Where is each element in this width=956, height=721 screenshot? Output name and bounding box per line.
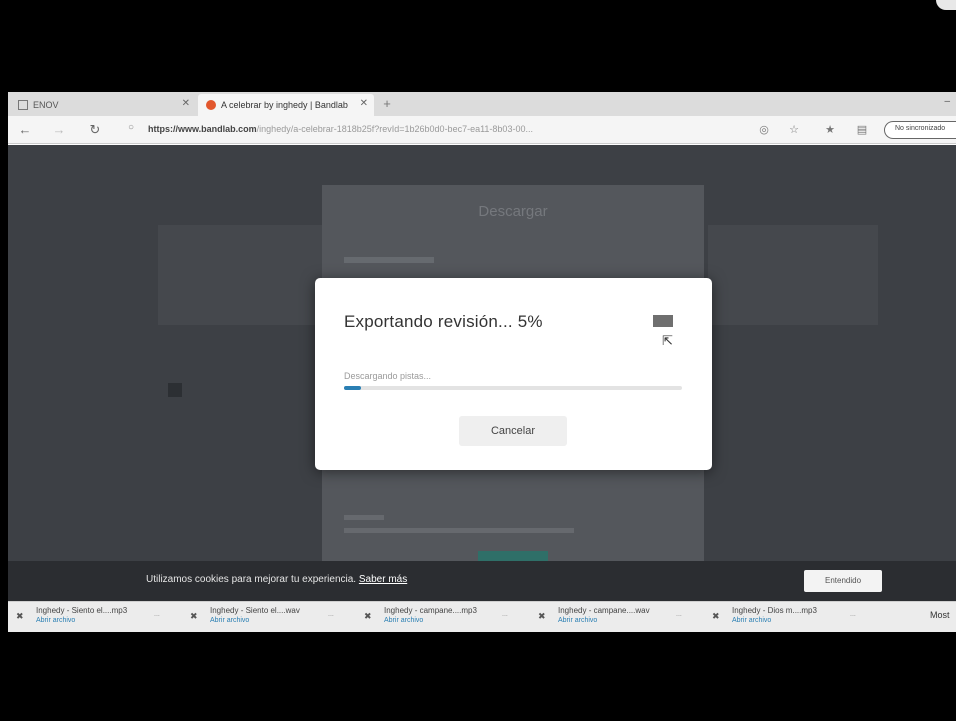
address-bar-row: ← → ↻ ○ https://www.bandlab.com/inghedy/… [8,116,956,144]
tab-enov[interactable]: ENOV ✕ [10,94,196,116]
close-icon[interactable]: ✕ [360,98,368,109]
cookie-message: Utilizamos cookies para mejorar tu exper… [146,574,357,585]
file-icon: ✖ [364,611,372,621]
underlay-description [344,528,574,533]
downloads-shelf: ✖ Inghedy - Siento el....mp3 Abrir archi… [8,601,956,632]
collections-icon[interactable]: ▤ [854,122,870,138]
browser-window: ENOV ✕ A celebrar by inghedy | Bandlab ✕… [8,92,956,632]
more-options-icon[interactable]: ... [328,611,334,618]
cookie-banner: Utilizamos cookies para mejorar tu exper… [8,561,956,601]
download-item[interactable]: ✖ Inghedy - campane....mp3 Abrir archivo… [362,605,532,631]
progress-fill [344,386,361,390]
export-modal: Exportando revisión... 5% ⇱ Descargando … [315,278,712,470]
download-item[interactable]: ✖ Inghedy - Dios m....mp3 Abrir archivo … [710,605,880,631]
download-open-link[interactable]: Abrir archivo [384,617,423,624]
more-options-icon[interactable]: ... [850,611,856,618]
profile-sync-button[interactable]: No sincronizado [884,121,956,139]
cookie-accept-button[interactable]: Entendido [804,570,882,592]
back-arrow-icon[interactable]: ← [16,121,34,139]
close-icon[interactable]: ✕ [182,98,190,109]
download-open-link[interactable]: Abrir archivo [732,617,771,624]
forward-arrow-icon[interactable]: → [50,121,68,139]
mouse-cursor-icon: ⇱ [662,333,673,348]
page-panel-left [158,225,328,325]
star-icon[interactable]: ☆ [786,122,802,138]
more-options-icon[interactable]: ... [154,611,160,618]
file-icon: ✖ [16,611,24,621]
show-all-downloads-button[interactable]: Most [930,610,950,620]
progress-label: Descargando pistas... [344,371,432,381]
page-panel-right [708,225,878,325]
file-icon: ✖ [190,611,198,621]
file-icon: ✖ [538,611,546,621]
download-item[interactable]: ✖ Inghedy - Siento el....wav Abrir archi… [188,605,358,631]
download-open-link[interactable]: Abrir archivo [558,617,597,624]
url-host: https://www.bandlab.com [148,124,257,134]
reader-icon[interactable]: ◎ [756,122,772,138]
cookie-learn-more-link[interactable]: Saber más [359,574,407,585]
modal-title: Exportando revisión... 5% [344,312,543,331]
play-icon [168,383,182,397]
file-icon: ✖ [712,611,720,621]
cancel-button[interactable]: Cancelar [459,416,567,446]
refresh-icon[interactable]: ↻ [86,121,104,139]
underlay-label [344,515,384,520]
download-name: Inghedy - campane....wav [558,606,650,615]
tab-label: ENOV [33,100,59,110]
url-path: /inghedy/a-celebrar-1818b25f?revId=1b26b… [256,124,533,134]
corner-artifact [936,0,956,10]
download-name: Inghedy - campane....mp3 [384,606,477,615]
underlay-field [344,257,434,263]
download-item[interactable]: ✖ Inghedy - campane....wav Abrir archivo… [536,605,706,631]
tab-strip: ENOV ✕ A celebrar by inghedy | Bandlab ✕… [8,92,956,116]
url-field[interactable]: https://www.bandlab.com/inghedy/a-celebr… [148,124,718,134]
lock-icon[interactable]: ○ [128,122,142,136]
minimize-icon[interactable]: – [944,96,950,107]
tab-bandlab[interactable]: A celebrar by inghedy | Bandlab ✕ [198,94,374,116]
more-options-icon[interactable]: ... [502,611,508,618]
more-options-icon[interactable]: ... [676,611,682,618]
export-icon [653,315,673,327]
download-name: Inghedy - Siento el....mp3 [36,606,128,615]
progress-bar [344,386,682,390]
favorites-icon[interactable]: ★ [822,122,838,138]
download-name: Inghedy - Dios m....mp3 [732,606,817,615]
download-name: Inghedy - Siento el....wav [210,606,300,615]
bandlab-logo-icon [206,100,216,110]
download-open-link[interactable]: Abrir archivo [36,617,75,624]
download-item[interactable]: ✖ Inghedy - Siento el....mp3 Abrir archi… [14,605,184,631]
download-open-link[interactable]: Abrir archivo [210,617,249,624]
underlay-title: Descargar [478,203,548,220]
cookie-text: Utilizamos cookies para mejorar tu exper… [146,574,407,585]
page-icon [18,100,28,110]
tab-label: A celebrar by inghedy | Bandlab [221,100,348,110]
new-tab-icon[interactable]: + [378,96,396,112]
